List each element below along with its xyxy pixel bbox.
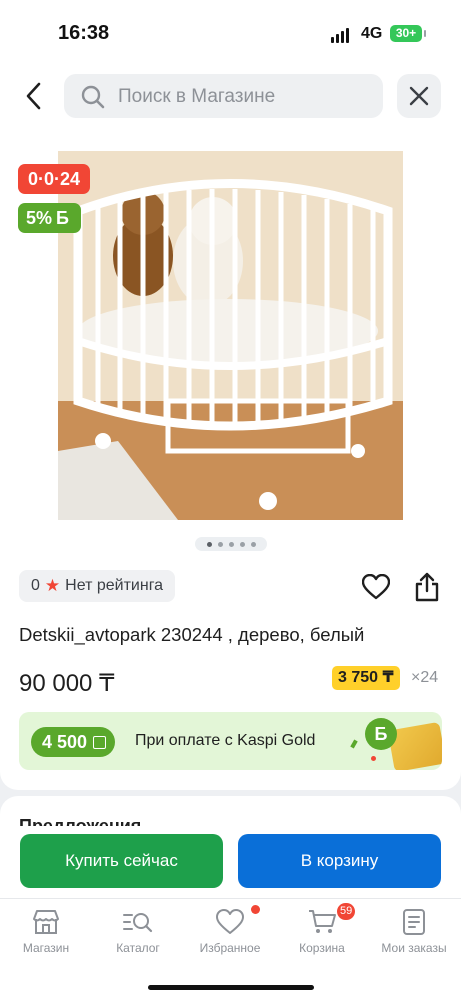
installment-badge[interactable]: 3 750 ₸ bbox=[332, 666, 400, 690]
add-to-cart-button[interactable]: В корзину bbox=[238, 834, 441, 888]
tab-label: Каталог bbox=[116, 941, 160, 955]
close-icon bbox=[409, 86, 429, 106]
rating-chip[interactable]: 0 ★ Нет рейтинга bbox=[19, 570, 176, 602]
tab-cart[interactable]: 59 Корзина bbox=[276, 903, 368, 955]
bonus-amount-badge: 4 500 bbox=[31, 727, 116, 757]
cart-count-badge: 59 bbox=[337, 903, 356, 920]
network-type: 4G bbox=[361, 25, 383, 42]
tab-label: Магазин bbox=[22, 941, 70, 955]
search-placeholder: Поиск в Магазине bbox=[118, 86, 276, 107]
timer-badge: 0·0·24 bbox=[18, 164, 91, 194]
bonus-amount: 4 500 bbox=[42, 732, 88, 752]
status-bar: 16:38 4G 30+ bbox=[0, 0, 461, 64]
rating-text: Нет рейтинга bbox=[65, 577, 164, 594]
orders-list-icon bbox=[403, 909, 425, 935]
chevron-left-icon bbox=[26, 82, 41, 110]
tab-label: Корзина bbox=[299, 941, 345, 955]
carousel-indicator[interactable] bbox=[195, 537, 267, 551]
cart-icon bbox=[309, 910, 336, 933]
battery-icon: 30+ bbox=[390, 25, 426, 42]
product-price: 90 000 ₸ bbox=[19, 670, 115, 697]
catalog-search-icon bbox=[123, 913, 153, 933]
confetti-decoration bbox=[350, 739, 358, 749]
home-indicator[interactable] bbox=[148, 985, 314, 990]
signal-icon bbox=[331, 28, 349, 43]
status-time: 16:38 bbox=[58, 22, 110, 44]
search-icon bbox=[80, 84, 106, 115]
heart-icon bbox=[216, 909, 244, 934]
bottom-tab-bar: Магазин Каталог Избранное 59 Корзина Мои… bbox=[0, 898, 461, 999]
promo-text: При оплате с Kaspi Gold bbox=[135, 732, 316, 749]
rating-value: 0 bbox=[31, 577, 40, 594]
search-input[interactable]: Поиск в Магазине bbox=[64, 74, 383, 118]
tab-my-orders[interactable]: Мои заказы bbox=[368, 907, 460, 955]
action-bar: Купить сейчас В корзину bbox=[0, 826, 461, 898]
store-icon bbox=[33, 910, 59, 934]
product-page: 16:38 4G 30+ Поиск в Магазине 0·0·24 5% … bbox=[0, 0, 461, 999]
close-button[interactable] bbox=[397, 74, 441, 118]
tab-label: Мои заказы bbox=[381, 941, 447, 955]
product-image[interactable] bbox=[58, 151, 403, 520]
installment-months: ×24 bbox=[411, 669, 439, 686]
tab-shop[interactable]: Магазин bbox=[0, 907, 92, 955]
favorite-heart-icon[interactable] bbox=[361, 573, 391, 605]
tab-favorites[interactable]: Избранное bbox=[184, 905, 276, 955]
tab-catalog[interactable]: Каталог bbox=[92, 907, 184, 955]
buy-now-button[interactable]: Купить сейчас bbox=[20, 834, 223, 888]
star-icon: ★ bbox=[44, 576, 61, 595]
confetti-decoration bbox=[371, 756, 376, 761]
bonus-icon bbox=[93, 736, 107, 749]
share-icon[interactable] bbox=[414, 572, 440, 607]
discount-value: 5% bbox=[26, 208, 53, 228]
product-title: Detskii_avtopark 230244 , дерево, белый bbox=[19, 624, 365, 645]
discount-badge: 5% Б bbox=[18, 203, 81, 233]
bonus-symbol: Б bbox=[56, 208, 69, 228]
back-button[interactable] bbox=[20, 78, 50, 114]
tab-label: Избранное bbox=[199, 941, 261, 955]
kaspi-gold-promo[interactable]: 4 500 При оплате с Kaspi Gold Б bbox=[19, 712, 442, 770]
product-card: 0·0·24 5% Б 0 ★ Нет рейтинга Detskii_avto… bbox=[0, 134, 461, 790]
top-header: Поиск в Магазине bbox=[0, 64, 461, 134]
bonus-coin-icon: Б bbox=[365, 718, 397, 750]
notification-dot bbox=[251, 905, 260, 914]
